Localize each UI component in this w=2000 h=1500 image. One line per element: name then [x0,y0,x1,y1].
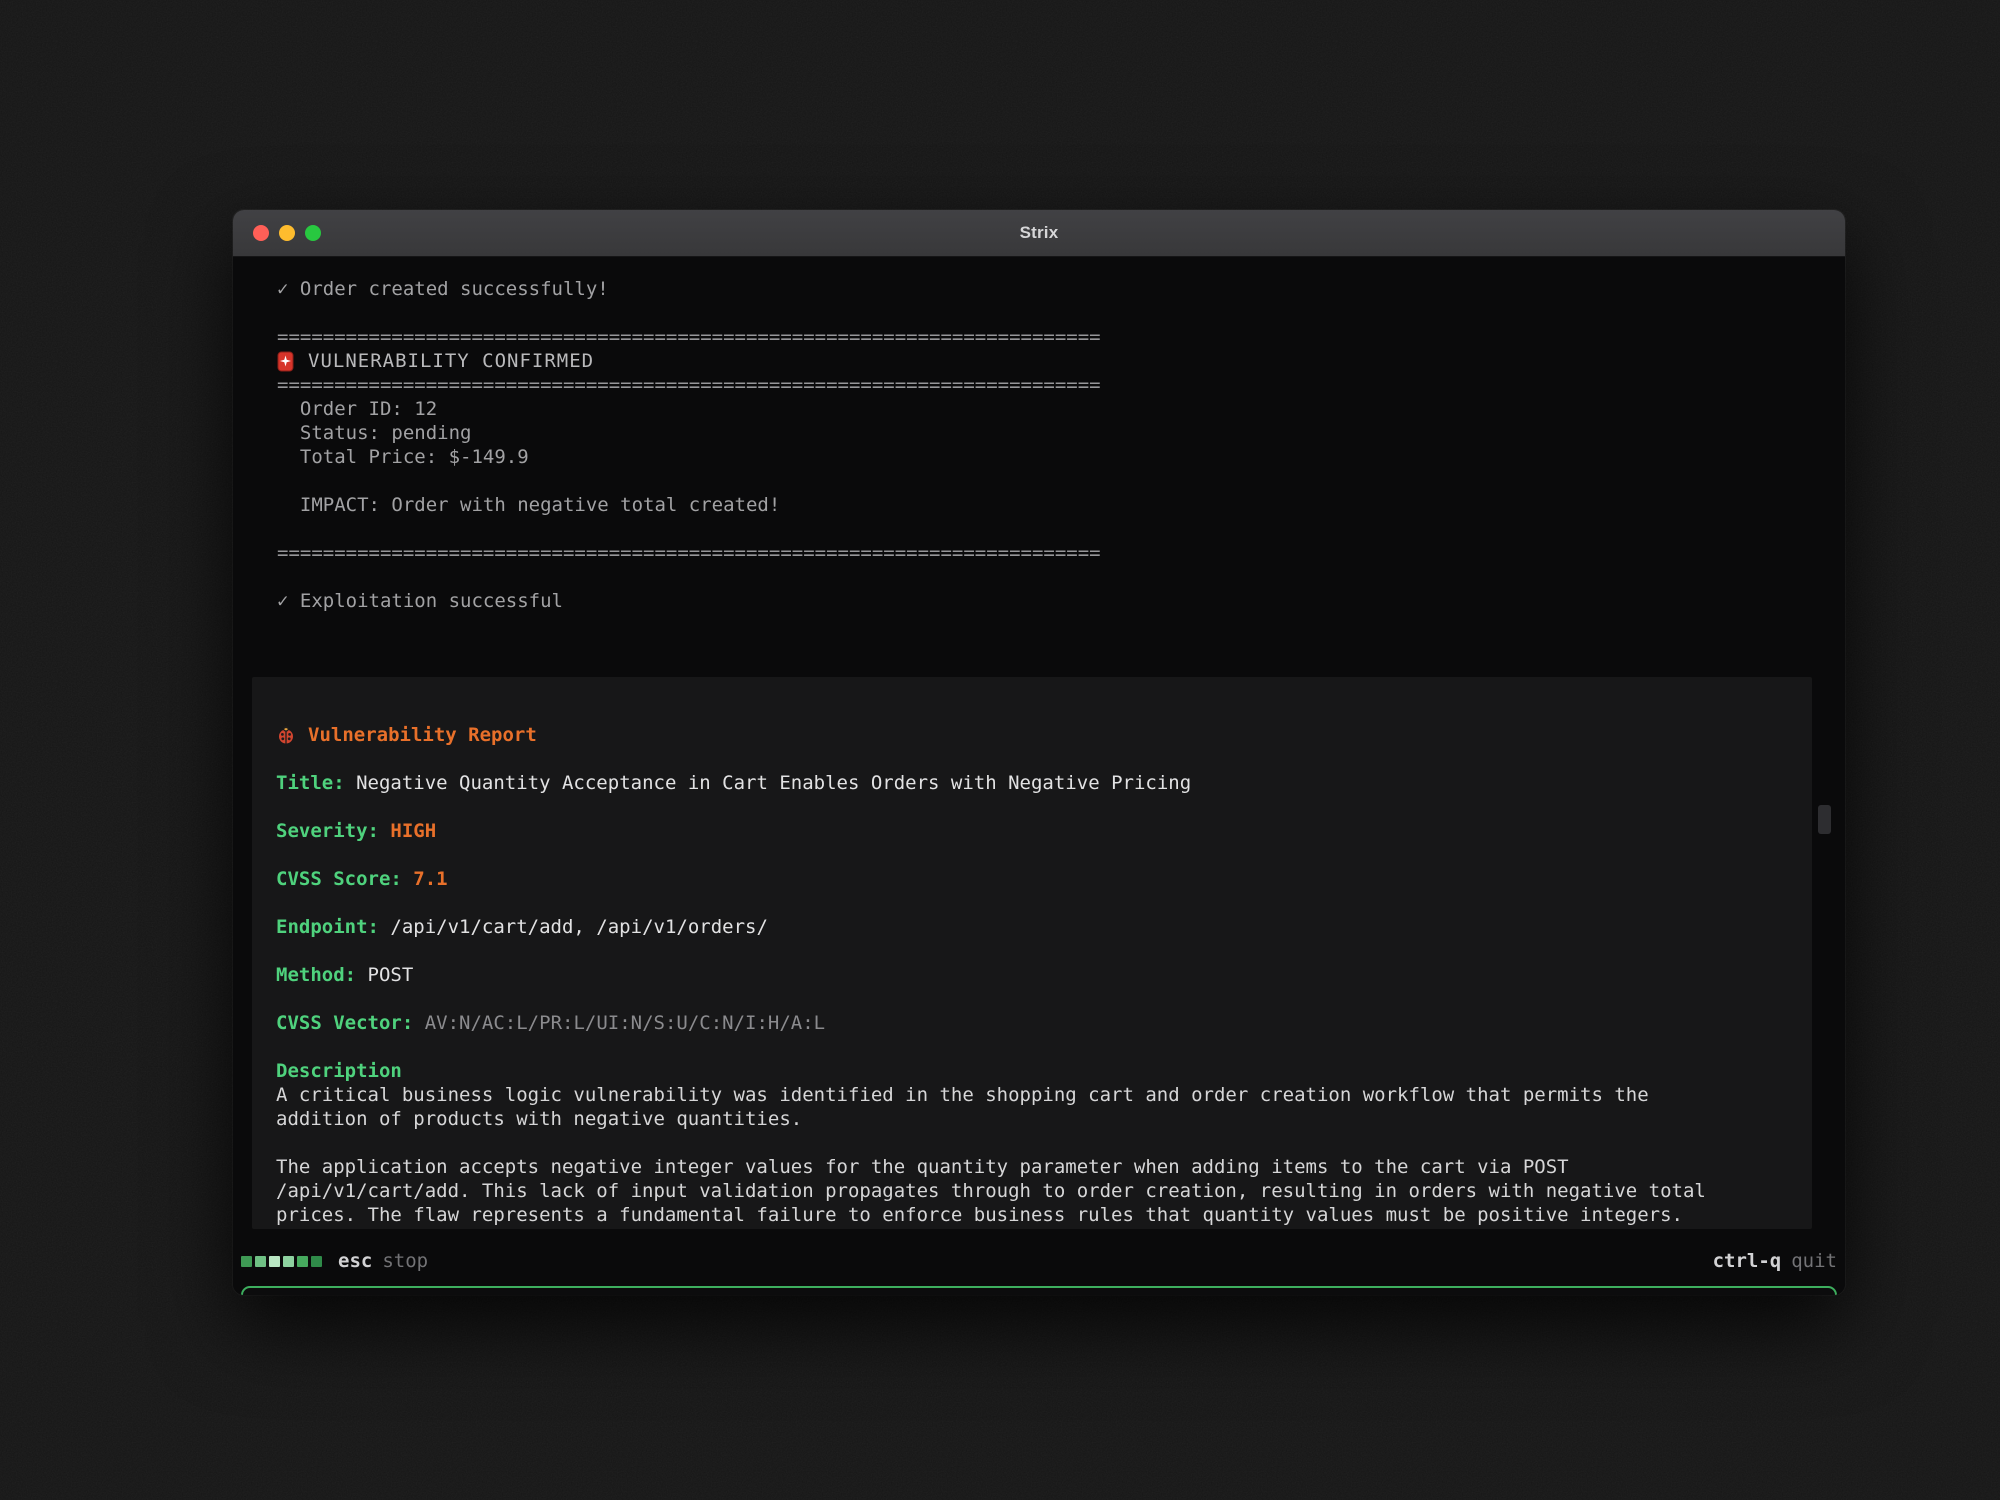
scrollbar-thumb[interactable] [1818,805,1831,834]
report-title: Vulnerability Report [308,723,537,747]
impact-line: IMPACT: Order with negative total create… [277,493,1809,517]
close-button[interactable] [253,225,269,241]
report-field-cvss-score: CVSS Score: 7.1 [276,867,1788,891]
titlebar[interactable]: Strix [233,210,1845,257]
report-field-severity: Severity: HIGH [276,819,1788,843]
bug-icon [276,725,296,745]
esc-action-label: stop [382,1249,428,1273]
terminal-content: ✓ Order created successfully! ==========… [233,258,1845,1295]
report-field-cvss-vector: CVSS Vector: AV:N/AC:L/PR:L/UI:N/S:U/C:N… [276,1011,1788,1035]
order-status-line: Status: pending [277,421,1809,445]
description-paragraph-1: A critical business logic vulnerability … [276,1083,1788,1131]
description-paragraph-2: The application accepts negative integer… [276,1155,1788,1227]
vulnerability-confirmed-heading: VULNERABILITY CONFIRMED [308,349,594,373]
zoom-button[interactable] [305,225,321,241]
report-field-title: Title: Negative Quantity Acceptance in C… [276,771,1788,795]
order-success-line: ✓ Order created successfully! [277,277,1809,301]
minimize-button[interactable] [279,225,295,241]
total-price-line: Total Price: $-149.9 [277,445,1809,469]
traffic-lights [253,210,321,256]
vulnerability-report-panel: Vulnerability Report Title: Negative Qua… [252,677,1812,1229]
order-id-line: Order ID: 12 [277,397,1809,421]
status-bar: esc stop ctrl-q quit [241,1246,1837,1276]
command-input[interactable]: > [241,1286,1837,1295]
separator-line: ========================================… [277,541,1809,565]
quit-action-label: quit [1791,1249,1837,1273]
esc-key-hint: esc [338,1249,372,1273]
window-title: Strix [1020,223,1059,243]
report-field-method: Method: POST [276,963,1788,987]
alert-light-icon [277,351,294,372]
scrollback-log: ✓ Order created successfully! ==========… [277,277,1809,613]
activity-spinner [241,1256,322,1267]
terminal-window: Strix ✓ Order created successfully! ====… [233,210,1845,1295]
quit-hint-group: ctrl-q quit [1713,1249,1837,1273]
vulnerability-confirmed-row: VULNERABILITY CONFIRMED [277,349,1809,373]
report-header-row: Vulnerability Report [276,723,1788,747]
separator-line: ========================================… [277,325,1809,349]
report-field-endpoint: Endpoint: /api/v1/cart/add, /api/v1/orde… [276,915,1788,939]
exploitation-success-line: ✓ Exploitation successful [277,589,1809,613]
description-heading: Description [276,1059,1788,1083]
separator-line: ========================================… [277,373,1809,397]
ctrl-q-key-hint: ctrl-q [1713,1249,1782,1273]
